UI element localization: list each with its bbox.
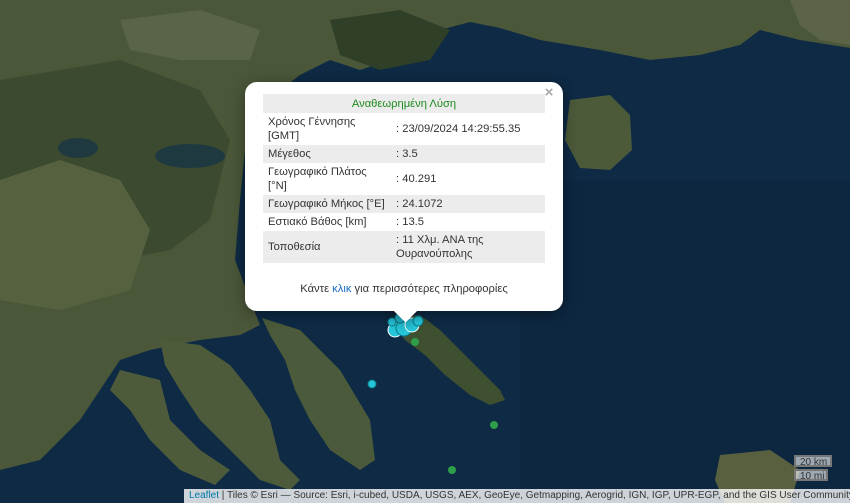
earthquake-info-table: Αναθεωρημένη Λύση Χρόνος Γέννησης [GMT] … [263,94,545,263]
row-value: : 24.1072 [391,195,545,213]
map-attribution: Leaflet | Tiles © Esri — Source: Esri, i… [184,489,850,503]
popup-footer: Κάντε κλικ για περισσότερες πληροφορίες [263,283,545,295]
earthquake-marker-cyan [367,379,377,389]
scale-bar-mi: 10 mi [794,469,828,482]
earthquake-marker-green [448,466,456,474]
row-value: : 3.5 [391,145,545,163]
table-row: Εστιακό Βάθος [km] : 13.5 [263,213,545,231]
table-row: Γεωγραφικό Πλάτος [°N] : 40.291 [263,163,545,195]
row-value: : 13.5 [396,216,424,228]
footer-text: για περισσότερες πληροφορίες [351,283,508,295]
more-info-link[interactable]: κλικ [332,283,351,295]
leaflet-link[interactable]: Leaflet [189,490,219,501]
table-row: Γεωγραφικό Μήκος [°E] : 24.1072 [263,195,545,213]
popup-tip [385,311,425,331]
row-value: : 11 Χλμ. ΑΝΑ της Ουρανούπολης [391,231,545,263]
scale-bar-km: 20 km [794,455,832,468]
table-row: Τοποθεσία : 11 Χλμ. ΑΝΑ της Ουρανούπολης [263,231,545,263]
footer-text: Κάντε [300,283,333,295]
earthquake-popup: × Αναθεωρημένη Λύση Χρόνος Γέννησης [GMT… [245,82,563,323]
row-value: : 23/09/2024 14:29:55.35 [396,123,521,135]
row-label: Εστιακό Βάθος [km] [268,216,367,228]
table-row: Μέγεθος : 3.5 [263,145,545,163]
row-label: Χρόνος Γέννησης [GMT] [268,116,356,142]
row-label: Γεωγραφικό Μήκος [°E] [263,195,391,213]
table-row: Χρόνος Γέννησης [GMT] : 23/09/2024 14:29… [263,113,545,145]
popup-title: Αναθεωρημένη Λύση [263,94,545,113]
row-value: : 40.291 [396,173,437,185]
earthquake-marker-green [490,421,498,429]
row-label: Γεωγραφικό Πλάτος [°N] [268,166,367,192]
earthquake-marker-green [411,338,419,346]
row-label: Τοποθεσία [263,231,391,263]
row-label: Μέγεθος [263,145,391,163]
table-row: Αναθεωρημένη Λύση [263,94,545,113]
attribution-text: | Tiles © Esri — Source: Esri, i-cubed, … [219,490,850,501]
